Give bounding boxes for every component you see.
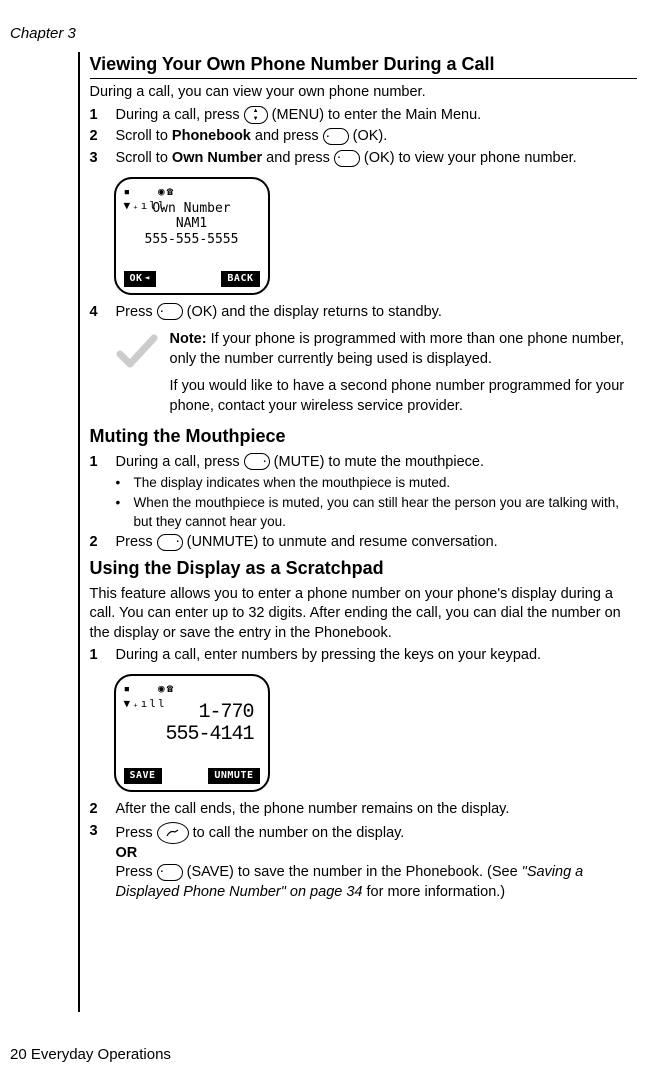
step-text: Press (OK) and the display returns to st…	[116, 303, 638, 323]
step-text: After the call ends, the phone number re…	[116, 800, 638, 820]
section-title-scratchpad: Using the Display as a Scratchpad	[90, 556, 638, 580]
step-2: 2 Press (UNMUTE) to unmute and resume co…	[90, 533, 638, 553]
btn-label: OK	[130, 272, 143, 286]
menu-key-icon	[244, 106, 268, 124]
phone-status-icons: ▪ ◉☎ ▼₊ıll	[124, 682, 260, 696]
step-number: 4	[90, 303, 116, 323]
text: Press	[116, 824, 157, 840]
text: and press	[251, 128, 323, 144]
step-number: 3	[90, 149, 116, 169]
step-text: Press to call the number on the display.…	[116, 822, 638, 903]
text: Scroll to	[116, 128, 172, 144]
phone-btn-unmute: UNMUTE	[208, 768, 259, 784]
bullet: •	[116, 494, 134, 530]
step-number: 1	[90, 453, 116, 473]
arrow-icon: ◄	[145, 273, 150, 284]
step-3: 3 Scroll to Own Number and press (OK) to…	[90, 149, 638, 169]
text: (OK) and the display returns to standby.	[183, 304, 442, 320]
phone-softkeys: OK◄ BACK	[124, 271, 260, 287]
phone-status-icons: ▪ ◉☎ ▼₊ıll	[124, 185, 260, 199]
bullet-item: • When the mouthpiece is muted, you can …	[116, 494, 638, 530]
bold-text: Phonebook	[172, 128, 251, 144]
bullet: •	[116, 474, 134, 492]
bullet-text: The display indicates when the mouthpiec…	[134, 474, 451, 492]
step-1: 1 During a call, press (MUTE) to mute th…	[90, 453, 638, 473]
step-text: During a call, press (MUTE) to mute the …	[116, 453, 638, 473]
phone-screen-scratchpad: ▪ ◉☎ ▼₊ıll 1-770 555-4141 SAVE UNMUTE	[114, 674, 270, 792]
step-text: Scroll to Phonebook and press (OK).	[116, 127, 638, 147]
phone-content: Own Number NAM1 555-555-5555	[124, 199, 260, 272]
text: During a call, press	[116, 454, 244, 470]
text: Press	[116, 534, 157, 550]
text: (SAVE) to save the number in the Phonebo…	[183, 864, 522, 880]
phone-screen-own-number: ▪ ◉☎ ▼₊ıll Own Number NAM1 555-555-5555 …	[114, 177, 270, 295]
page-footer: 20 Everyday Operations	[10, 1046, 171, 1063]
phone-line: 555-4141	[124, 724, 254, 746]
note-text: Note: If your phone is programmed with m…	[170, 330, 638, 416]
text: for more information.)	[362, 884, 505, 900]
phone-line: NAM1	[124, 216, 260, 232]
phone-btn-back: BACK	[221, 271, 259, 287]
note-label: Note:	[170, 331, 207, 347]
checkmark-icon	[114, 330, 160, 376]
step-2: 2 Scroll to Phonebook and press (OK).	[90, 127, 638, 147]
step-1: 1 During a call, enter numbers by pressi…	[90, 646, 638, 666]
intro-text: This feature allows you to enter a phone…	[90, 585, 638, 644]
text: Press	[116, 304, 157, 320]
text: If your phone is programmed with more th…	[170, 331, 625, 367]
note-para1: Note: If your phone is programmed with m…	[170, 330, 638, 369]
text: (OK).	[349, 128, 388, 144]
text: (OK) to view your phone number.	[360, 150, 577, 166]
text: to call the number on the display.	[189, 824, 405, 840]
step-number: 2	[90, 800, 116, 820]
step-text: During a call, enter numbers by pressing…	[116, 646, 638, 666]
phone-btn-ok: OK◄	[124, 271, 156, 287]
text: (MUTE) to mute the mouthpiece.	[270, 454, 484, 470]
text: (UNMUTE) to unmute and resume conversati…	[183, 534, 498, 550]
ok-key-icon	[323, 128, 349, 145]
save-key-icon	[157, 864, 183, 881]
step-number: 2	[90, 127, 116, 147]
step-text: Scroll to Own Number and press (OK) to v…	[116, 149, 638, 169]
text: Press	[116, 864, 157, 880]
phone-softkeys: SAVE UNMUTE	[124, 768, 260, 784]
ok-key-icon	[334, 150, 360, 167]
bullet-text: When the mouthpiece is muted, you can st…	[134, 494, 638, 530]
chapter-header: Chapter 3	[10, 25, 637, 42]
bold-text: Own Number	[172, 150, 262, 166]
phone-content: 1-770 555-4141	[124, 696, 260, 769]
section-title-own-number: Viewing Your Own Phone Number During a C…	[90, 52, 638, 79]
unmute-key-icon	[157, 534, 183, 551]
text: and press	[262, 150, 334, 166]
step-2: 2 After the call ends, the phone number …	[90, 800, 638, 820]
text: During a call, press	[116, 107, 244, 123]
mute-key-icon	[244, 453, 270, 470]
phone-btn-save: SAVE	[124, 768, 162, 784]
step-text: Press (UNMUTE) to unmute and resume conv…	[116, 533, 638, 553]
note-para2: If you would like to have a second phone…	[170, 377, 638, 416]
text: (MENU) to enter the Main Menu.	[268, 107, 482, 123]
note-block: Note: If your phone is programmed with m…	[114, 330, 638, 416]
phone-line: 1-770	[124, 702, 254, 724]
or-text: OR	[116, 844, 638, 864]
intro-text: During a call, you can view your own pho…	[90, 83, 638, 103]
phone-line: 555-555-5555	[124, 232, 260, 248]
phone-line: Own Number	[124, 201, 260, 217]
section-title-muting: Muting the Mouthpiece	[90, 424, 638, 448]
step-text: During a call, press (MENU) to enter the…	[116, 106, 638, 126]
step-number: 3	[90, 822, 116, 903]
bullet-item: • The display indicates when the mouthpi…	[116, 474, 638, 492]
vertical-divider	[78, 52, 80, 1012]
step-3: 3 Press to call the number on the displa…	[90, 822, 638, 903]
step-number: 1	[90, 106, 116, 126]
step-number: 1	[90, 646, 116, 666]
send-key-icon	[157, 822, 189, 844]
ok-key-icon	[157, 303, 183, 320]
step-1: 1 During a call, press (MENU) to enter t…	[90, 106, 638, 126]
step-4: 4 Press (OK) and the display returns to …	[90, 303, 638, 323]
text: Scroll to	[116, 150, 172, 166]
step-number: 2	[90, 533, 116, 553]
